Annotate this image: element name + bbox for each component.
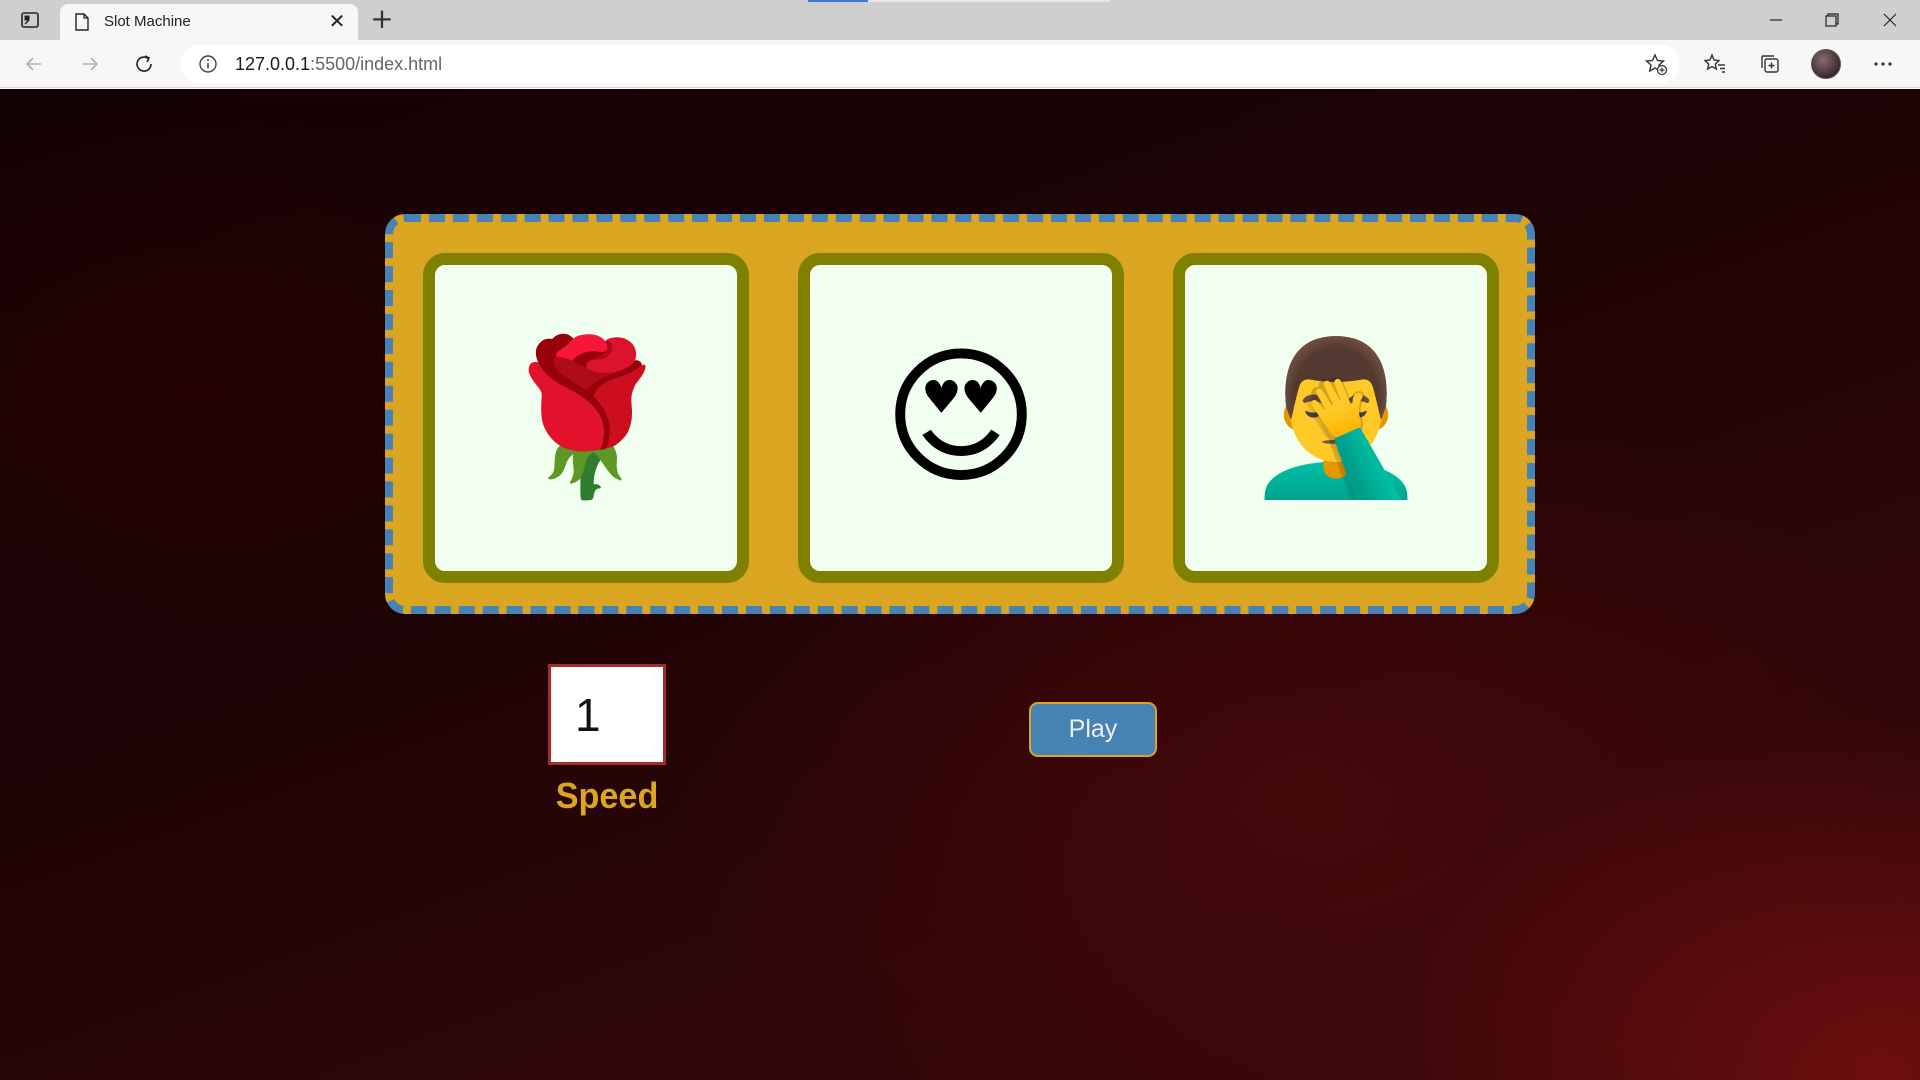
restore-icon[interactable] [1812,6,1852,34]
minimize-icon[interactable] [1756,6,1796,34]
tab-bar: Slot Machine ✕ + [0,0,1920,40]
refresh-icon[interactable] [126,48,162,80]
speed-input-box[interactable] [548,664,666,765]
reel-2: 😍 [798,253,1124,583]
info-icon[interactable] [198,54,218,78]
reel-3: 🤦‍♂️ [1173,253,1499,583]
page-icon [74,13,90,35]
tab-title: Slot Machine [104,13,191,30]
slot-machine-frame: 🌹 😍 🤦‍♂️ [385,214,1535,614]
window-close-icon[interactable] [1870,6,1910,34]
rose-icon: 🌹 [492,331,680,505]
tab-actions-icon[interactable] [14,8,46,32]
speed-input[interactable] [551,667,663,762]
toolbar: 127.0.0.1:5500/index.html [0,40,1920,88]
avatar[interactable] [1811,49,1841,79]
loading-indicator [808,0,868,2]
speed-label: Speed [555,775,659,816]
back-icon[interactable] [16,48,52,80]
play-button[interactable]: Play [1029,702,1157,757]
forward-icon[interactable] [72,48,108,80]
tab-slot-machine[interactable]: Slot Machine ✕ [60,4,358,40]
add-favorite-icon[interactable] [1644,52,1668,80]
new-tab-icon[interactable]: + [368,5,396,34]
url-text: 127.0.0.1:5500/index.html [235,54,442,75]
heart-eyes-face-icon: 😍 [882,331,1040,505]
url-host: 127.0.0.1 [235,54,311,74]
address-bar[interactable]: 127.0.0.1:5500/index.html [180,45,1680,83]
favorites-icon[interactable] [1700,50,1730,78]
close-icon[interactable]: ✕ [326,10,348,32]
loading-track [868,0,1110,2]
reel-1: 🌹 [423,253,749,583]
man-facepalming-icon: 🤦‍♂️ [1242,331,1430,505]
more-icon[interactable] [1868,50,1898,78]
page-content: 🌹 😍 🤦‍♂️ Speed Play [0,89,1920,1080]
url-path: :5500/index.html [310,54,443,74]
collections-icon[interactable] [1755,50,1785,78]
